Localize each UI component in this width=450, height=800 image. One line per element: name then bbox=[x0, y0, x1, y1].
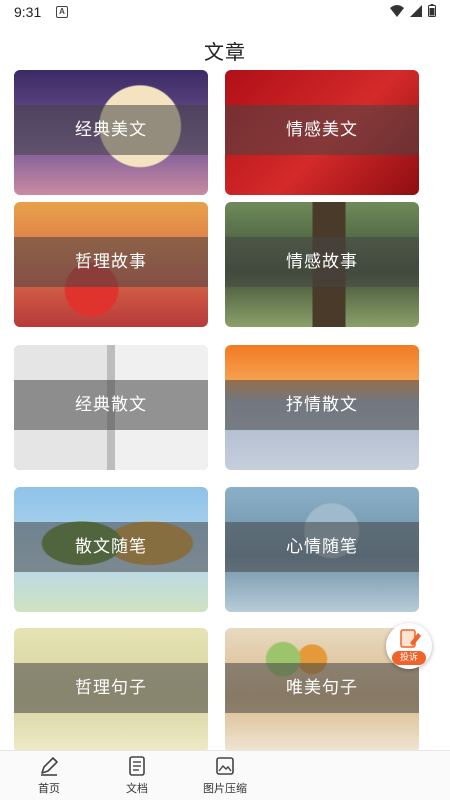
card-label: 抒情散文 bbox=[286, 395, 358, 415]
battery-icon bbox=[428, 4, 436, 17]
category-card-qinggan-meiwen[interactable]: 情感美文 bbox=[225, 70, 419, 195]
nav-item-image-compress[interactable]: 图片压缩 bbox=[190, 755, 260, 799]
complaint-label: 投诉 bbox=[392, 651, 426, 665]
page-title: 文章 bbox=[204, 40, 246, 64]
card-label: 散文随笔 bbox=[75, 537, 147, 557]
card-label: 经典散文 bbox=[75, 395, 147, 415]
wifi-icon bbox=[390, 4, 404, 17]
nav-label: 图片压缩 bbox=[203, 782, 247, 795]
image-compress-icon bbox=[216, 757, 234, 775]
status-time: 9:31 bbox=[14, 4, 42, 20]
card-label: 情感故事 bbox=[286, 252, 358, 272]
card-label: 情感美文 bbox=[286, 120, 358, 140]
category-card-xinqing-suibi[interactable]: 心情随笔 bbox=[225, 487, 419, 612]
card-label: 哲理句子 bbox=[75, 678, 147, 698]
status-bar: 9:31 A bbox=[0, 0, 450, 26]
category-card-zheli-gushi[interactable]: 哲理故事 bbox=[14, 202, 208, 327]
complaint-button[interactable]: 投诉 bbox=[386, 623, 432, 669]
category-card-zheli-juzi[interactable]: 哲理句子 bbox=[14, 628, 208, 750]
category-card-sanwen-suibi[interactable]: 散文随笔 bbox=[14, 487, 208, 612]
notification-badge: A bbox=[56, 6, 68, 18]
bottom-nav: 首页 文档 图片压缩 bbox=[0, 750, 450, 800]
nav-item-documents[interactable]: 文档 bbox=[102, 755, 172, 799]
status-icons bbox=[390, 4, 436, 17]
document-icon bbox=[129, 756, 145, 776]
pen-icon bbox=[41, 757, 58, 776]
nav-label: 文档 bbox=[126, 782, 148, 795]
card-label: 哲理故事 bbox=[75, 252, 147, 272]
category-card-shuqing-sanwen[interactable]: 抒情散文 bbox=[225, 345, 419, 470]
category-card-qinggan-gushi[interactable]: 情感故事 bbox=[225, 202, 419, 327]
nav-item-home[interactable]: 首页 bbox=[14, 755, 84, 799]
category-grid: 经典美文 情感美文 哲理故事 情感故事 经典散文 抒情散文 散文随笔 心情随笔 bbox=[0, 70, 450, 750]
card-label: 唯美句子 bbox=[286, 678, 358, 698]
card-label: 经典美文 bbox=[75, 120, 147, 140]
card-label: 心情随笔 bbox=[286, 537, 358, 557]
signal-icon bbox=[410, 4, 422, 17]
category-card-jingdian-sanwen[interactable]: 经典散文 bbox=[14, 345, 208, 470]
edit-icon bbox=[400, 629, 421, 648]
nav-label: 首页 bbox=[38, 782, 60, 795]
category-card-jingdian-meiwen[interactable]: 经典美文 bbox=[14, 70, 208, 195]
